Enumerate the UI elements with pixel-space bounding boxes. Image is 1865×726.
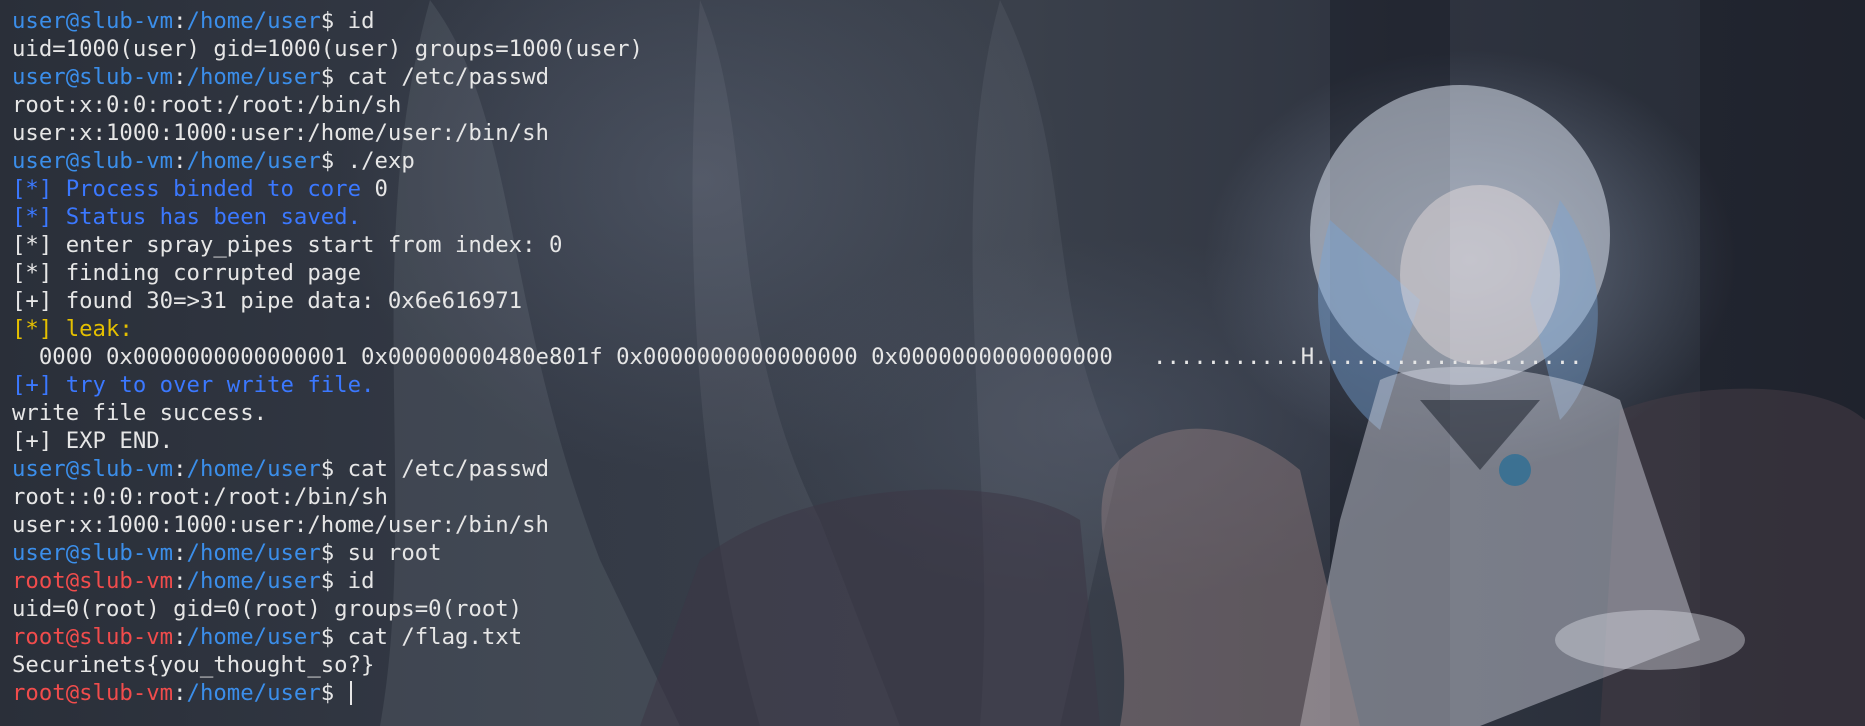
prompt-path: /home/user [186,64,321,90]
prompt-symbol: $ [320,456,348,482]
prompt-line: user@slub-vm:/home/user$ id [12,7,1865,35]
prompt-symbol: $ [320,64,348,90]
text-cursor [349,681,352,705]
prompt-user-host: user@slub-vm [12,64,174,90]
output-text: Securinets{you_thought_so?} [12,652,375,678]
prompt-line: root@slub-vm:/home/user$ [12,679,1865,707]
output-line: root::0:0:root:/root:/bin/sh [12,483,1865,511]
prompt-symbol: $ [320,680,348,706]
output-text: user:x:1000:1000:user:/home/user:/bin/sh [12,120,549,146]
output-text: uid=0(root) gid=0(root) groups=0(root) [12,596,523,622]
output-text: root::0:0:root:/root:/bin/sh [12,484,388,510]
prompt-user-host: root@slub-vm [12,624,174,650]
prompt-separator: : [173,680,187,706]
prompt-path: /home/user [186,540,321,566]
prompt-line: user@slub-vm:/home/user$ su root [12,539,1865,567]
terminal-output: user@slub-vm:/home/user$ id uid=1000(user… [0,0,1865,707]
output-line: Securinets{you_thought_so?} [12,651,1865,679]
command-text: id [347,8,375,34]
output-text: [+] found 30=>31 pipe data: 0x6e616971 [12,288,523,314]
prompt-symbol: $ [320,8,348,34]
prompt-separator: : [173,148,187,174]
output-text: [*] enter spray_pipes start from index: … [12,232,563,258]
output-text: [*] leak: [12,316,133,342]
prompt-path: /home/user [186,680,321,706]
output-line: uid=0(root) gid=0(root) groups=0(root) [12,595,1865,623]
command-text: ./exp [347,148,415,174]
prompt-line: user@slub-vm:/home/user$ cat /etc/passwd [12,455,1865,483]
output-segment: 0 [374,176,388,202]
output-line: [*] Status has been saved. [12,203,1865,231]
output-text: user:x:1000:1000:user:/home/user:/bin/sh [12,512,549,538]
prompt-separator: : [173,540,187,566]
prompt-user-host: user@slub-vm [12,148,174,174]
output-text: [*] finding corrupted page [12,260,362,286]
output-text: [*] Status has been saved. [12,204,362,230]
prompt-path: /home/user [186,456,321,482]
output-text: uid=1000(user) gid=1000(user) groups=100… [12,36,643,62]
output-text: [+] try to over write file. [12,372,375,398]
prompt-separator: : [173,64,187,90]
prompt-path: /home/user [186,568,321,594]
prompt-symbol: $ [320,624,348,650]
output-line: uid=1000(user) gid=1000(user) groups=100… [12,35,1865,63]
prompt-user-host: user@slub-vm [12,8,174,34]
output-segment: [*] Process binded to core [12,176,375,202]
prompt-path: /home/user [186,624,321,650]
output-line: 0000 0x0000000000000001 0x00000000480e80… [12,343,1865,371]
output-line: user:x:1000:1000:user:/home/user:/bin/sh [12,119,1865,147]
output-line: [*] leak: [12,315,1865,343]
prompt-path: /home/user [186,8,321,34]
output-line: root:x:0:0:root:/root:/bin/sh [12,91,1865,119]
prompt-symbol: $ [320,568,348,594]
terminal-window[interactable]: user@slub-vm:/home/user$ id uid=1000(user… [0,0,1865,726]
prompt-user-host: root@slub-vm [12,568,174,594]
prompt-line: root@slub-vm:/home/user$ cat /flag.txt [12,623,1865,651]
output-line: [+] EXP END. [12,427,1865,455]
prompt-separator: : [173,8,187,34]
prompt-separator: : [173,624,187,650]
output-text: write file success. [12,400,268,426]
command-text: cat /etc/passwd [347,64,549,90]
prompt-line: user@slub-vm:/home/user$ ./exp [12,147,1865,175]
prompt-symbol: $ [320,540,348,566]
output-line: [+] found 30=>31 pipe data: 0x6e616971 [12,287,1865,315]
output-line: [*] enter spray_pipes start from index: … [12,231,1865,259]
output-text: [+] EXP END. [12,428,174,454]
prompt-separator: : [173,456,187,482]
prompt-line: user@slub-vm:/home/user$ cat /etc/passwd [12,63,1865,91]
prompt-user-host: root@slub-vm [12,680,174,706]
command-text: cat /etc/passwd [347,456,549,482]
prompt-symbol: $ [320,148,348,174]
command-text: su root [347,540,442,566]
prompt-line: root@slub-vm:/home/user$ id [12,567,1865,595]
prompt-user-host: user@slub-vm [12,456,174,482]
prompt-separator: : [173,568,187,594]
command-text: cat /flag.txt [347,624,523,650]
output-line: write file success. [12,399,1865,427]
output-line: user:x:1000:1000:user:/home/user:/bin/sh [12,511,1865,539]
output-line: [+] try to over write file. [12,371,1865,399]
output-line: [*] Process binded to core 0 [12,175,1865,203]
output-text: 0000 0x0000000000000001 0x00000000480e80… [12,344,1583,370]
prompt-user-host: user@slub-vm [12,540,174,566]
output-line: [*] finding corrupted page [12,259,1865,287]
command-text: id [347,568,375,594]
output-text: root:x:0:0:root:/root:/bin/sh [12,92,402,118]
prompt-path: /home/user [186,148,321,174]
